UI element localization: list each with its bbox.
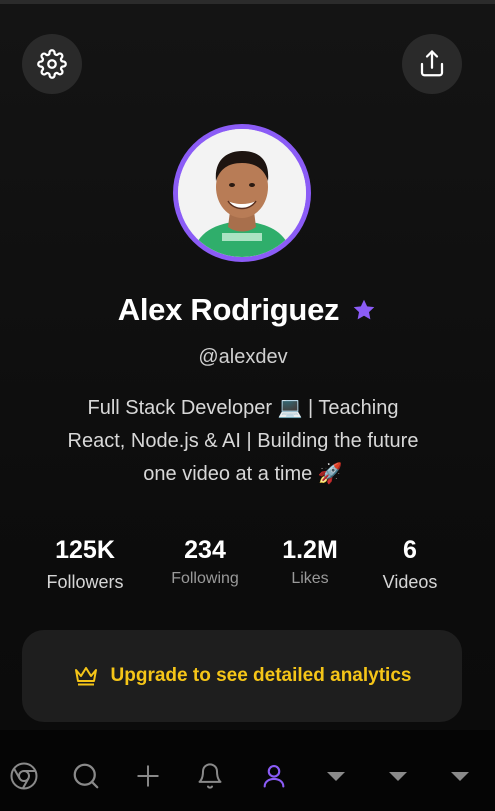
- chevron-down-icon: [327, 772, 345, 781]
- nav-browser[interactable]: [8, 760, 40, 792]
- share-icon: [420, 50, 444, 77]
- bio-line: one video at a time 🚀: [143, 463, 343, 485]
- profile-name: Alex Rodriguez: [117, 292, 340, 327]
- stat-likes[interactable]: 1.2M Likes: [270, 534, 350, 588]
- nav-search[interactable]: [70, 760, 102, 792]
- nav-notifications[interactable]: [194, 760, 226, 792]
- settings-button[interactable]: [22, 34, 82, 94]
- profile-bio: Full Stack Developer 💻 | Teaching React,…: [30, 392, 456, 491]
- chevron-down-icon: [389, 772, 407, 781]
- stat-value: 1.2M: [282, 536, 338, 564]
- browser-icon: [10, 762, 38, 790]
- share-button[interactable]: [402, 34, 462, 94]
- stat-following[interactable]: 234 Following: [160, 534, 250, 588]
- avatar-image: [178, 129, 306, 257]
- nav-more-1[interactable]: [320, 760, 352, 792]
- avatar[interactable]: [173, 124, 311, 262]
- stat-videos[interactable]: 6 Videos: [370, 534, 450, 593]
- chevron-down-icon: [451, 772, 469, 781]
- stat-label: Likes: [291, 570, 329, 587]
- gear-icon: [37, 49, 67, 79]
- stat-label: Following: [171, 570, 239, 587]
- bio-line: Full Stack Developer 💻 | Teaching: [87, 397, 399, 419]
- nav-create[interactable]: [132, 760, 164, 792]
- stat-value: 234: [184, 536, 226, 564]
- crown-icon: [74, 667, 97, 686]
- upgrade-text: Upgrade to see detailed analytics: [110, 665, 412, 686]
- stat-value: 125K: [55, 536, 115, 564]
- bio-line: React, Node.js & AI | Building the futur…: [67, 430, 419, 452]
- stat-followers[interactable]: 125K Followers: [35, 534, 135, 593]
- nav-profile[interactable]: [258, 760, 290, 792]
- bottom-nav: [0, 730, 495, 811]
- star-icon: [353, 299, 375, 320]
- nav-more-3[interactable]: [444, 760, 476, 792]
- upgrade-analytics-button[interactable]: Upgrade to see detailed analytics: [22, 630, 462, 722]
- plus-icon: [137, 765, 159, 787]
- profile-screen: Alex Rodriguez @alexdev Full Stack Devel…: [0, 0, 495, 811]
- nav-more-2[interactable]: [382, 760, 414, 792]
- bell-icon: [198, 763, 222, 789]
- profile-handle: @alexdev: [198, 346, 288, 368]
- search-icon: [73, 763, 99, 789]
- stat-label: Followers: [46, 572, 124, 592]
- stat-value: 6: [403, 536, 417, 564]
- name-row: Alex Rodriguez: [0, 292, 495, 328]
- profile-icon: [263, 765, 285, 788]
- stat-label: Videos: [382, 572, 438, 592]
